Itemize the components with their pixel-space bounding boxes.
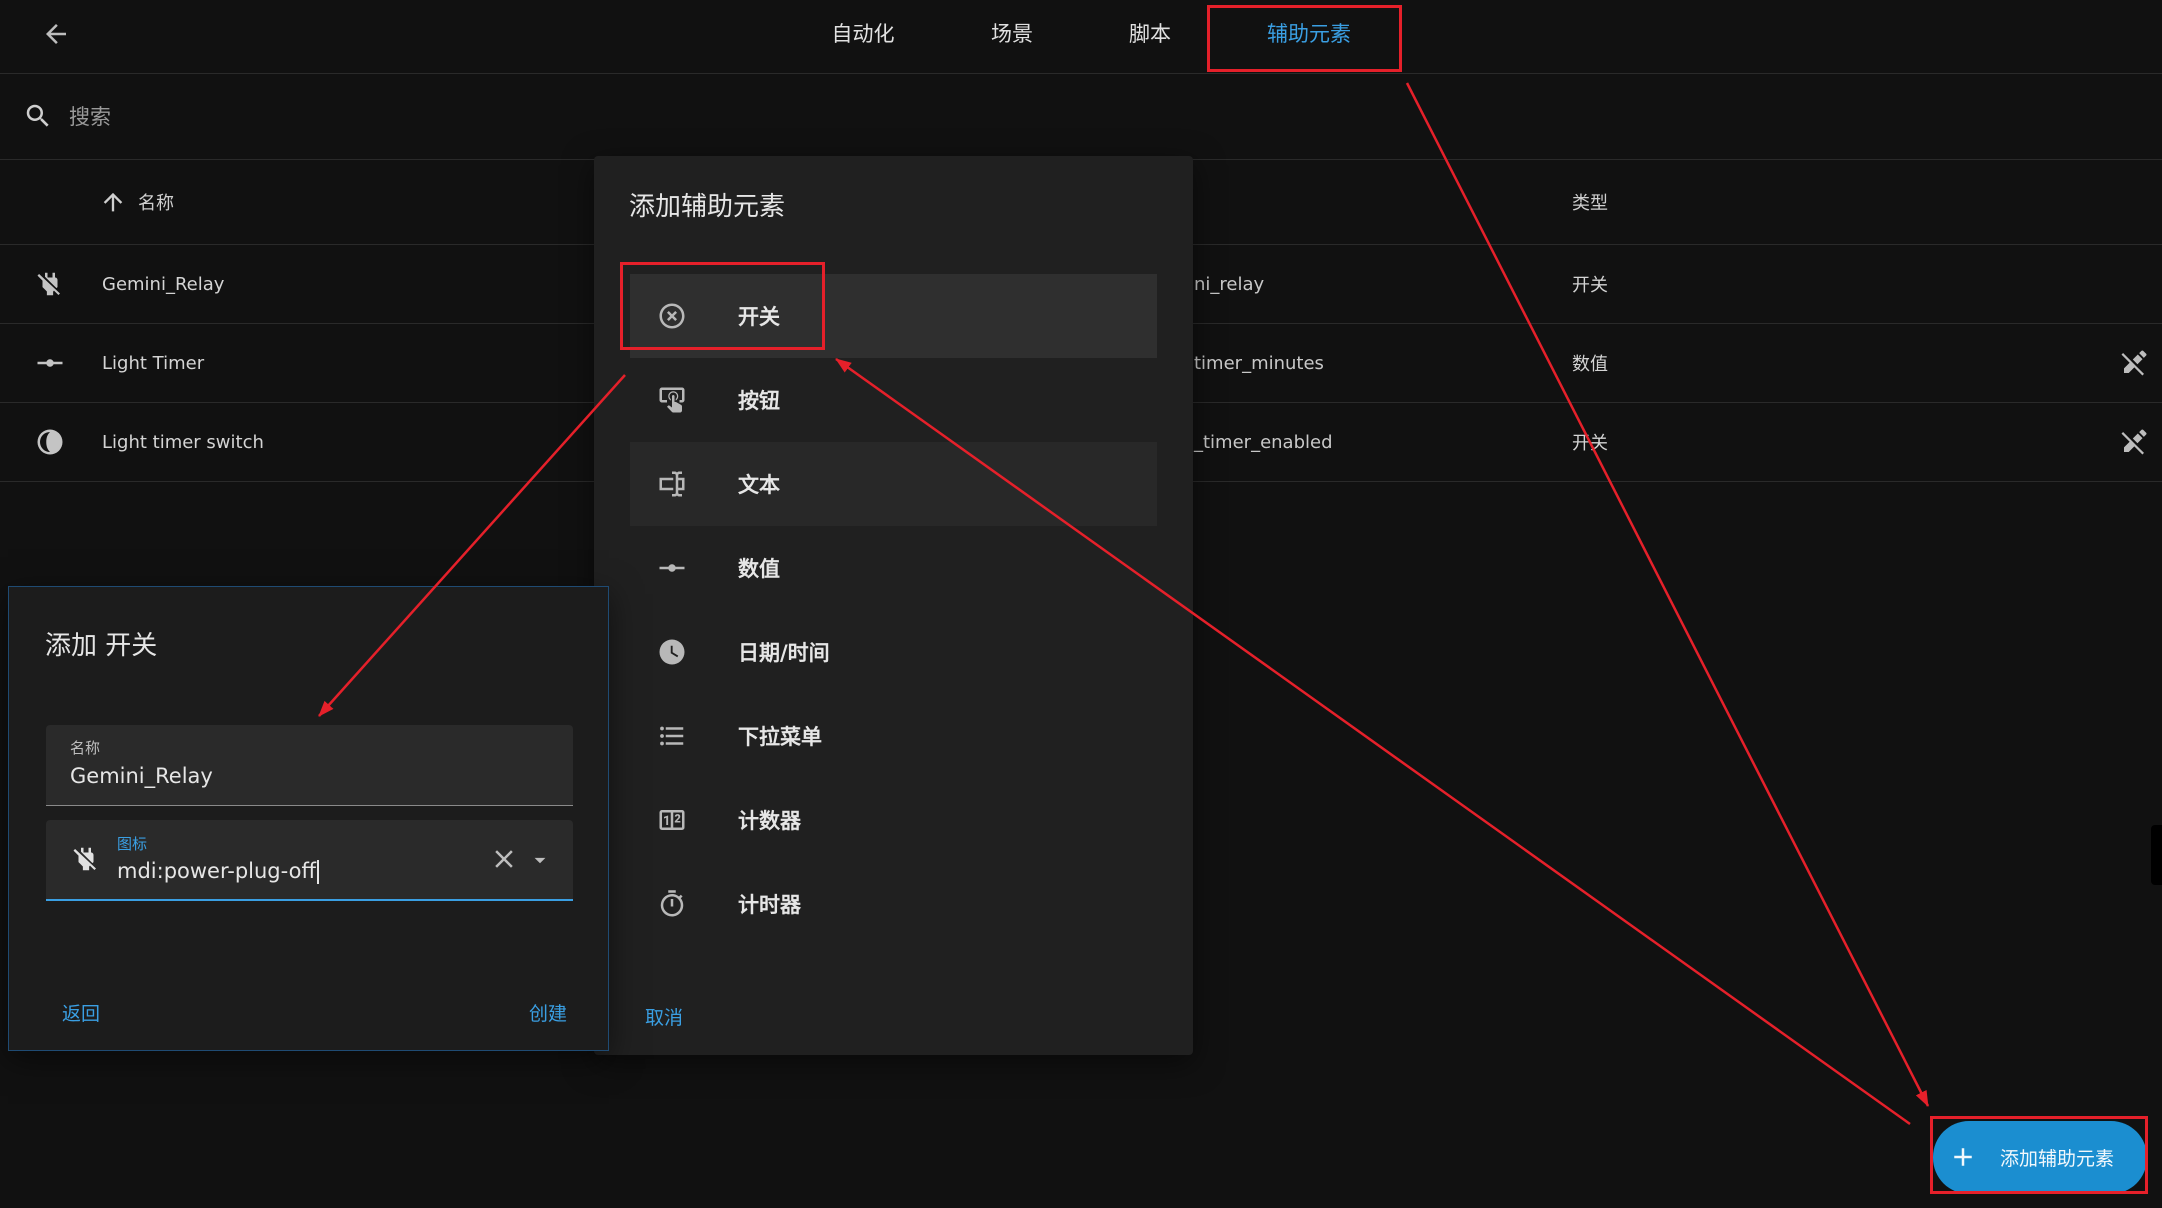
- helper-option-datetime[interactable]: 日期/时间: [630, 610, 1157, 694]
- row-name: Light timer switch: [102, 431, 264, 453]
- icon-picker-field[interactable]: 图标 mdi:power-plug-off: [46, 820, 573, 901]
- add-toggle-dialog: 添加 开关 名称 Gemini_Relay 图标 mdi:power-plug-…: [8, 586, 609, 1051]
- add-helper-dialog: 添加辅助元素 开关 按钮 文本 数值 日期/时间 下拉菜单 计数器 计时器 取消: [594, 156, 1193, 1055]
- helper-option-label: 文本: [738, 473, 780, 497]
- helper-option-text[interactable]: 文本: [630, 442, 1157, 526]
- row-type: 数值: [1572, 354, 1608, 375]
- helper-option-label: 按钮: [738, 389, 780, 413]
- pencil-off-icon: [2119, 348, 2149, 378]
- pencil-off-icon: [2119, 427, 2149, 457]
- row-name: Light Timer: [102, 352, 205, 374]
- add-helper-button-label: 添加辅助元素: [2000, 1148, 2115, 1170]
- helper-option-label: 计数器: [738, 809, 801, 833]
- row-entity-id: _timer_enabled: [1194, 431, 1333, 453]
- helper-option-label: 日期/时间: [738, 641, 830, 665]
- add-helper-button[interactable]: 添加辅助元素: [1933, 1121, 2147, 1194]
- create-button[interactable]: 创建: [521, 992, 575, 1032]
- clock-icon: [657, 637, 687, 667]
- column-header-type[interactable]: 类型: [1572, 160, 1608, 244]
- close-circle-outline-icon: [657, 301, 687, 331]
- helper-option-button[interactable]: 按钮: [630, 358, 1157, 442]
- cancel-button[interactable]: 取消: [637, 996, 691, 1036]
- row-entity-id: timer_minutes: [1194, 352, 1324, 374]
- dialog-title: 添加辅助元素: [629, 192, 786, 222]
- power-plug-off-icon: [35, 269, 65, 299]
- icon-field-value: mdi:power-plug-off: [117, 859, 316, 883]
- search-bar: [0, 74, 2162, 160]
- top-bar: 自动化 场景 脚本 辅助元素: [0, 0, 2162, 74]
- row-entity-id: ni_relay: [1194, 273, 1265, 295]
- helper-option-label: 下拉菜单: [738, 725, 822, 749]
- name-field-value: Gemini_Relay: [70, 764, 213, 788]
- power-plug-off-icon: [71, 844, 101, 874]
- helper-option-label: 数值: [738, 557, 780, 581]
- form-textbox-icon: [657, 469, 687, 499]
- gesture-tap-button-icon: [657, 385, 687, 415]
- tab-helpers[interactable]: 辅助元素: [1267, 0, 1351, 66]
- row-type: 开关: [1572, 433, 1608, 454]
- column-header-name[interactable]: 名称: [138, 160, 174, 244]
- helper-option-dropdown[interactable]: 下拉菜单: [630, 694, 1157, 778]
- circle-half-icon: [35, 427, 65, 457]
- helper-option-timer[interactable]: 计时器: [630, 862, 1157, 946]
- sort-ascending-icon[interactable]: [99, 188, 127, 216]
- icon-field-label: 图标: [117, 835, 148, 853]
- search-input[interactable]: [69, 74, 1569, 159]
- timer-outline-icon: [657, 889, 687, 919]
- row-type: 开关: [1572, 275, 1608, 296]
- helper-option-number[interactable]: 数值: [630, 526, 1157, 610]
- helper-option-toggle[interactable]: 开关: [630, 274, 1157, 358]
- row-name: Gemini_Relay: [102, 273, 225, 295]
- back-button[interactable]: [38, 16, 74, 52]
- helper-option-counter[interactable]: 计数器: [630, 778, 1157, 862]
- dialog-title: 添加 开关: [45, 631, 158, 661]
- ray-vertex-icon: [657, 553, 687, 583]
- text-cursor: [316, 860, 319, 884]
- side-panel-edge: [2151, 825, 2162, 885]
- back-button[interactable]: 返回: [54, 992, 108, 1032]
- clear-icon[interactable]: [489, 844, 519, 874]
- tab-automations[interactable]: 自动化: [832, 0, 895, 66]
- name-field-label: 名称: [70, 739, 101, 757]
- menu-down-icon[interactable]: [527, 847, 553, 873]
- arrow-left-icon: [46, 24, 66, 44]
- plus-icon: [1948, 1142, 1978, 1172]
- helper-option-label: 计时器: [738, 893, 801, 917]
- format-list-bulleted-icon: [657, 721, 687, 751]
- tab-scripts[interactable]: 脚本: [1129, 0, 1171, 66]
- search-icon: [23, 101, 53, 131]
- name-field[interactable]: 名称 Gemini_Relay: [46, 725, 573, 806]
- icon-field-value-wrap: mdi:power-plug-off: [117, 857, 319, 885]
- helper-option-label: 开关: [738, 305, 780, 329]
- ray-vertex-icon: [35, 348, 65, 378]
- tab-scenes[interactable]: 场景: [991, 0, 1033, 66]
- counter-icon: [657, 805, 687, 835]
